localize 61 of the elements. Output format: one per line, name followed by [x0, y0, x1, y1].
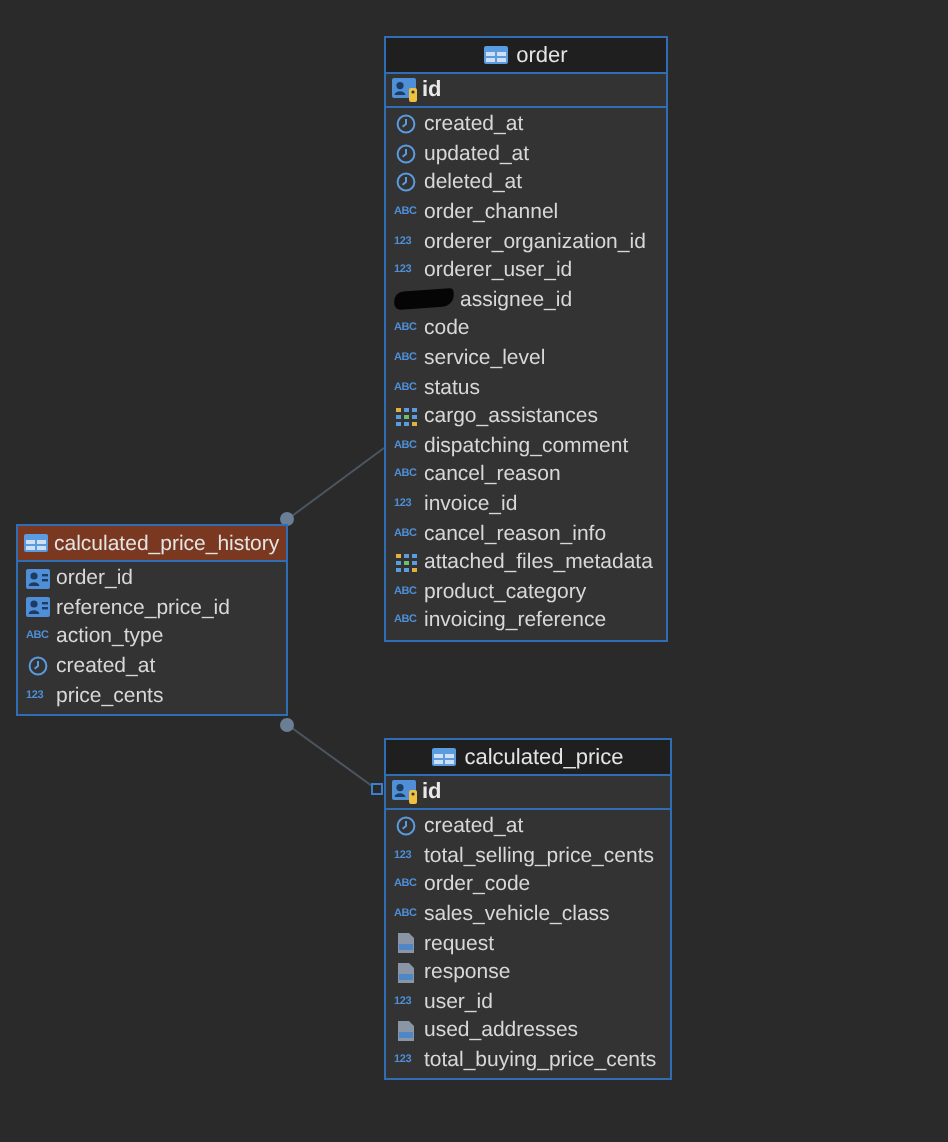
column-name: sales_vehicle_class [424, 902, 610, 927]
table-title: calculated_price_history [54, 531, 280, 555]
column-name: updated_at [424, 141, 530, 166]
clock-icon [28, 656, 48, 677]
key-column-icon [391, 78, 417, 102]
table-icon [484, 46, 509, 64]
primary-key-name: id [422, 78, 442, 102]
user-card-icon [26, 567, 50, 590]
column-name: invoice_id [424, 492, 518, 517]
column-name: cargo_assistances [424, 404, 598, 429]
column-name: attached_files_metadata [424, 550, 653, 575]
column-name: user_id [424, 989, 493, 1014]
table-header[interactable]: calculated_price_history [18, 526, 286, 562]
column-name: code [424, 316, 470, 341]
column-name: assignee_id [460, 287, 573, 312]
column-name: cancel_reason_info [424, 521, 607, 546]
clock-icon [396, 114, 416, 135]
column-name: deleted_at [424, 170, 523, 195]
column-name: order_channel [424, 200, 559, 225]
column-name: response [424, 960, 511, 985]
clock-icon [396, 143, 416, 164]
column-name: total_selling_price_cents [424, 843, 654, 868]
clock-icon [396, 172, 416, 193]
column-name: created_at [424, 814, 524, 839]
column-name: price_cents [56, 683, 164, 708]
column-name: total_buying_price_cents [424, 1048, 657, 1073]
column-name: request [424, 931, 495, 956]
primary-key-name: id [422, 780, 442, 804]
column-name: created_at [424, 112, 524, 137]
column-name: product_category [424, 579, 587, 604]
table-icon [432, 748, 457, 766]
column-name: invoicing_reference [424, 608, 607, 633]
table-header[interactable]: calculated_price [386, 740, 670, 776]
column-name: service_level [424, 346, 546, 371]
document-icon [396, 1019, 416, 1042]
user-card-icon [26, 596, 50, 619]
table-icon [24, 534, 48, 552]
document-icon [396, 961, 416, 984]
document-icon [396, 932, 416, 955]
table-card[interactable] [384, 36, 668, 642]
table-header[interactable]: order [386, 38, 666, 74]
column-name: orderer_user_id [424, 258, 573, 283]
column-name: order_code [424, 872, 531, 897]
column-name: order_id [56, 566, 134, 591]
column-name: status [424, 375, 481, 400]
grid-icon [395, 406, 417, 427]
column-name: dispatching_comment [424, 433, 629, 458]
grid-icon [395, 552, 417, 573]
table-title: order [516, 43, 568, 67]
column-name: orderer_organization_id [424, 229, 646, 254]
clock-icon [396, 816, 416, 837]
column-name: action_type [56, 624, 164, 649]
column-name: created_at [56, 654, 156, 679]
table-title: calculated_price [464, 745, 624, 769]
column-name: reference_price_id [56, 595, 230, 620]
column-name: cancel_reason [424, 462, 561, 487]
relation-connector [280, 447, 385, 526]
column-name: used_addresses [424, 1018, 579, 1043]
key-column-icon [391, 780, 417, 804]
relation-connector [280, 718, 383, 795]
redaction-mark [393, 288, 455, 311]
